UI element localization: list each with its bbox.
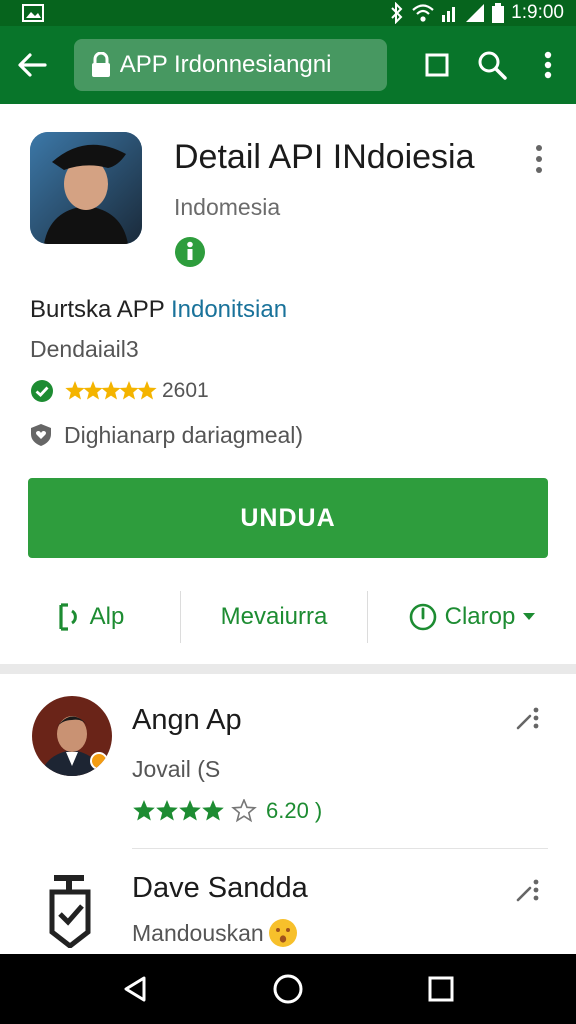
reviewer-sub: Jovail (S	[132, 756, 221, 782]
reviewer-sub-text: Mandouskan	[132, 919, 264, 946]
arrow-back-icon	[18, 53, 47, 77]
emoji-icon	[268, 919, 297, 947]
right-action-label: Clarop	[444, 603, 516, 630]
app-action-button[interactable]: Alp	[0, 590, 180, 644]
rating-count: 2601	[162, 379, 209, 402]
nav-home-button[interactable]	[258, 959, 318, 1019]
developer-line: Burtska APP Indonitsian	[30, 296, 287, 324]
overflow-menu-button[interactable]	[520, 26, 576, 104]
middle-action-label: Mevaiurra	[220, 603, 328, 630]
reviews-card: Angn Ap Jovail (S 6.20 ) Dave Sandda Man…	[0, 674, 576, 954]
card-more-button[interactable]	[524, 142, 554, 176]
tabs-button[interactable]	[409, 26, 465, 104]
app-icon	[30, 132, 142, 244]
search-icon	[478, 51, 508, 80]
dropdown-arrow-icon	[523, 613, 536, 620]
review-item[interactable]: Dave Sandda Mandouskan	[0, 850, 576, 954]
portrait-icon	[30, 132, 142, 244]
more-vert-icon	[536, 145, 542, 173]
action-row: Alp Mevaiurra Clarop	[0, 590, 576, 644]
developer-prefix: Burtska APP	[30, 296, 165, 323]
battery-icon	[492, 3, 505, 23]
image-notification-icon	[22, 4, 44, 22]
install-button[interactable]: UNDUA	[28, 478, 548, 558]
triangle-back-icon	[124, 976, 146, 1002]
note-line: Dighianarp dariagmeal)	[30, 420, 303, 450]
app-title: Detail API INdoiesia	[174, 138, 475, 176]
app-refresh-icon	[59, 603, 77, 631]
rating-line: 2601	[30, 376, 209, 406]
review-rating-text: 6.20 )	[266, 798, 323, 823]
app-tag: Dendaiail3	[30, 336, 139, 362]
review-more-button[interactable]	[514, 876, 544, 906]
app-subtitle: Indomesia	[174, 194, 281, 220]
edit-more-icon	[516, 707, 539, 730]
developer-link[interactable]: Indonitsian	[171, 296, 287, 323]
avatar	[32, 696, 112, 776]
check-circle-icon	[31, 380, 53, 402]
clock-icon	[409, 603, 436, 631]
shield-badge-icon	[49, 875, 91, 948]
avatar	[44, 872, 104, 948]
middle-action-button[interactable]: Mevaiurra	[181, 590, 367, 644]
clock: 1:9:00	[511, 2, 564, 23]
online-status-dot	[90, 752, 108, 770]
search-button[interactable]	[464, 26, 520, 104]
note-text: Dighianarp dariagmeal)	[64, 421, 304, 448]
browser-toolbar: APP Irdonnesiangni	[0, 26, 576, 104]
reviewer-sub: Mandouskan	[132, 918, 298, 948]
app-action-label: Alp	[89, 603, 125, 630]
wifi-icon	[412, 4, 434, 22]
right-action-button[interactable]: Clarop	[368, 590, 576, 644]
url-text: APP Irdonnesiangni	[119, 51, 332, 78]
review-divider	[132, 848, 548, 849]
bluetooth-icon	[391, 2, 403, 24]
shield-heart-icon	[31, 424, 51, 446]
system-nav-bar	[0, 954, 576, 1024]
review-stars-icon	[133, 799, 256, 822]
status-bar: 1:9:00	[0, 0, 576, 26]
nav-recents-button[interactable]	[411, 959, 471, 1019]
reviewer-name: Angn Ap	[132, 704, 242, 736]
lock-icon	[91, 52, 110, 77]
square-recents-icon	[428, 976, 454, 1002]
data-signal-icon	[442, 7, 456, 22]
review-item[interactable]: Angn Ap Jovail (S 6.20 )	[0, 674, 576, 850]
review-rating: 6.20 )	[132, 796, 322, 826]
reviewer-name: Dave Sandda	[132, 872, 308, 904]
more-vert-icon	[544, 51, 552, 79]
circle-home-icon	[273, 974, 303, 1004]
back-button[interactable]	[0, 26, 64, 104]
edit-more-icon	[516, 879, 539, 902]
nav-back-button[interactable]	[105, 959, 165, 1019]
square-tab-icon	[425, 53, 449, 77]
url-bar[interactable]: APP Irdonnesiangni	[73, 39, 387, 91]
info-badge-icon	[174, 236, 206, 268]
rating-stars-icon	[65, 381, 157, 400]
cell-signal-icon	[466, 4, 485, 22]
app-detail-card: Detail API INdoiesia Indomesia Burtska A…	[0, 104, 576, 664]
review-more-button[interactable]	[514, 704, 544, 734]
